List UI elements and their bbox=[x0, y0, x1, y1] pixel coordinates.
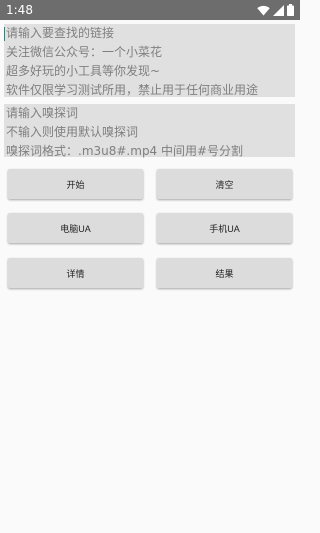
text-cursor bbox=[4, 27, 5, 41]
wifi-icon bbox=[257, 5, 270, 16]
sniff-input-placeholder-line-3: 嗅探词格式：.m3u8#.mp4 中间用#号分割 bbox=[6, 144, 244, 158]
status-bar: 1:48 bbox=[0, 0, 300, 20]
url-input-placeholder-line-2: 关注微信公众号：一个小菜花 bbox=[6, 45, 163, 59]
battery-icon bbox=[287, 4, 294, 16]
details-button[interactable]: 详情 bbox=[8, 258, 143, 288]
sniff-keyword-input[interactable]: 请输入嗅探词 不输入则使用默认嗅探词 嗅探词格式：.m3u8#.mp4 中间用#… bbox=[4, 104, 295, 158]
mobile-ua-button[interactable]: 手机UA bbox=[157, 213, 292, 243]
signal-icon bbox=[273, 4, 284, 16]
pc-ua-button[interactable]: 电脑UA bbox=[8, 213, 143, 243]
clear-button[interactable]: 清空 bbox=[157, 169, 292, 199]
url-input[interactable]: 请输入要查找的链接 关注微信公众号：一个小菜花 超多好玩的小工具等你发现~ 软件… bbox=[4, 24, 295, 97]
url-input-placeholder-line-4: 软件仅限学习测试所用，禁止用于任何商业用途 bbox=[6, 83, 259, 97]
status-icons bbox=[257, 4, 294, 16]
url-input-placeholder-line-3: 超多好玩的小工具等你发现~ bbox=[6, 64, 161, 78]
status-time: 1:48 bbox=[6, 3, 33, 17]
url-input-placeholder-line-1: 请输入要查找的链接 bbox=[6, 26, 115, 40]
sniff-input-placeholder-line-1: 请输入嗅探词 bbox=[6, 106, 79, 120]
start-button[interactable]: 开始 bbox=[8, 169, 143, 199]
results-button[interactable]: 结果 bbox=[157, 258, 292, 288]
sniff-input-placeholder-line-2: 不输入则使用默认嗅探词 bbox=[6, 125, 139, 139]
